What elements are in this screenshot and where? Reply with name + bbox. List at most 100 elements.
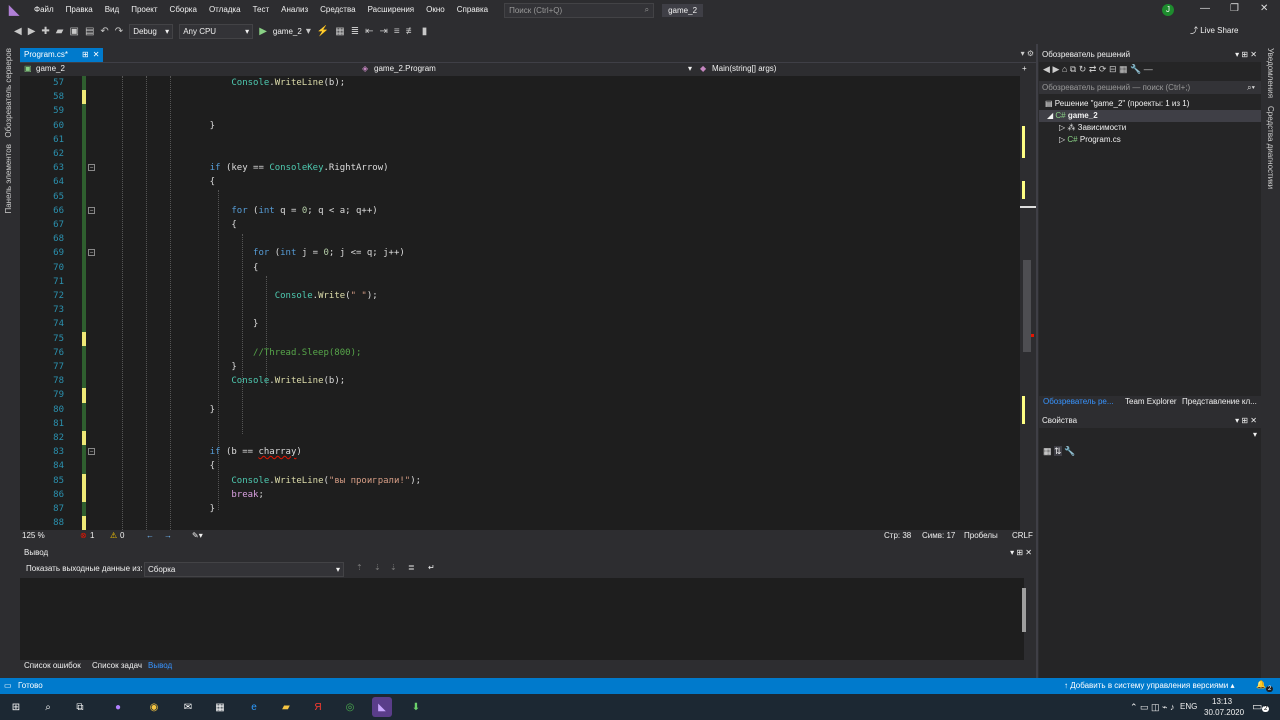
windows-start-icon[interactable]: ⊞ bbox=[6, 697, 26, 717]
code-line[interactable]: 58 bbox=[20, 90, 1020, 105]
code-line[interactable]: 80 } bbox=[20, 402, 1020, 417]
app-icon[interactable]: ◉ bbox=[144, 697, 164, 717]
menu-analyze[interactable]: Анализ bbox=[275, 0, 314, 20]
code-line[interactable]: 67 { bbox=[20, 218, 1020, 233]
code-line[interactable]: 81 bbox=[20, 416, 1020, 431]
collapse-icon[interactable]: − bbox=[88, 164, 95, 172]
menu-debug[interactable]: Отладка bbox=[203, 0, 247, 20]
code-line[interactable]: 86 break; bbox=[20, 487, 1020, 502]
whitespace-indicator[interactable]: Пробелы bbox=[964, 531, 998, 540]
zoom-level[interactable]: 125 % bbox=[22, 531, 45, 540]
action-center-icon[interactable]: ▭ bbox=[1252, 700, 1262, 713]
next-issue-icon[interactable]: → bbox=[164, 531, 172, 540]
panel-controls-icon[interactable]: ▾ ⊞ ✕ bbox=[1010, 546, 1032, 560]
solution-search-input[interactable]: Обозреватель решений — поиск (Ctrl+;) ⌕▾ bbox=[1039, 81, 1261, 94]
collapse-icon[interactable]: − bbox=[88, 206, 95, 214]
save-icon[interactable]: ▣ bbox=[70, 26, 79, 37]
clock-time[interactable]: 13:13 bbox=[1212, 697, 1232, 706]
close-icon[interactable]: ✕ bbox=[93, 48, 100, 62]
back-icon[interactable]: ◀ bbox=[1043, 64, 1050, 74]
format-icon[interactable]: ≣ bbox=[351, 26, 359, 37]
back-icon[interactable]: ◀ bbox=[14, 26, 22, 37]
alphabetical-icon[interactable]: ⇅ bbox=[1054, 446, 1062, 456]
forward-icon[interactable]: ▶ bbox=[1052, 64, 1059, 74]
menu-edit[interactable]: Правка bbox=[60, 0, 99, 20]
diagnostics-tab[interactable]: Средства диагностики bbox=[1266, 106, 1275, 189]
platform-select[interactable]: Any CPU ▾ bbox=[179, 23, 254, 39]
code-line[interactable]: 87 } bbox=[20, 502, 1020, 517]
tab-solution-explorer[interactable]: Обозреватель ре... bbox=[1043, 397, 1114, 406]
menu-test[interactable]: Тест bbox=[247, 0, 276, 20]
code-line[interactable]: 70 { bbox=[20, 260, 1020, 275]
tree-item-solution[interactable]: ▤ Решение "game_2" (проекты: 1 из 1) bbox=[1045, 98, 1189, 110]
yandex-icon[interactable]: Я bbox=[308, 697, 328, 717]
code-line[interactable]: 62 bbox=[20, 147, 1020, 162]
code-line[interactable]: 82 bbox=[20, 431, 1020, 446]
visual-studio-taskbar-icon[interactable]: ◣ bbox=[372, 697, 392, 717]
open-folder-icon[interactable]: ▰ bbox=[56, 26, 64, 37]
go-to-icon[interactable]: ⇣ bbox=[390, 563, 397, 572]
indent-icon[interactable]: ⇥ bbox=[380, 26, 388, 37]
previous-issue-icon[interactable]: ← bbox=[146, 531, 154, 540]
menu-extensions[interactable]: Расширения bbox=[362, 0, 421, 20]
menu-help[interactable]: Справка bbox=[451, 0, 494, 20]
collapse-icon[interactable]: − bbox=[88, 448, 95, 456]
pin-icon[interactable]: ⊞ bbox=[82, 48, 89, 62]
column-indicator[interactable]: Симв: 17 bbox=[922, 531, 955, 540]
code-line[interactable]: 69 − for (int j = 0; j <= q; j++) bbox=[20, 246, 1020, 261]
code-line[interactable]: 64 { bbox=[20, 175, 1020, 190]
redo-icon[interactable]: ↷ bbox=[115, 26, 123, 37]
tab-program-cs[interactable]: Program.cs* ⊞ ✕ bbox=[20, 48, 104, 62]
edge-icon[interactable]: e bbox=[244, 697, 264, 717]
tab-error-list[interactable]: Список ошибок bbox=[24, 661, 81, 670]
chrome-icon[interactable]: ◎ bbox=[340, 697, 360, 717]
task-view-icon[interactable]: ⧉ bbox=[70, 697, 90, 717]
tab-task-list[interactable]: Список задач bbox=[92, 661, 142, 670]
method-dropdown[interactable]: Main(string[] args) bbox=[712, 64, 776, 73]
start-debug-icon[interactable]: ▶ bbox=[259, 26, 267, 37]
notification-bell-icon[interactable]: 🔔 bbox=[1256, 680, 1266, 689]
code-line[interactable]: 68 bbox=[20, 232, 1020, 247]
start-debug-label[interactable]: game_2 bbox=[273, 27, 302, 36]
code-line[interactable]: 78 Console.WriteLine(b); bbox=[20, 374, 1020, 389]
properties-icon[interactable]: 🔧 bbox=[1130, 64, 1141, 74]
class-dropdown[interactable]: game_2.Program bbox=[374, 64, 436, 73]
code-line[interactable]: 83 − if (b == charray) bbox=[20, 445, 1020, 460]
code-line[interactable]: 60 } bbox=[20, 118, 1020, 133]
warning-count[interactable]: 0 bbox=[120, 531, 124, 540]
hot-reload-icon[interactable]: ⚡ bbox=[317, 26, 329, 37]
restore-icon[interactable]: ❐ bbox=[1230, 3, 1239, 14]
preview-icon[interactable]: — bbox=[1144, 64, 1153, 74]
tree-item-dependencies[interactable]: ▷ ⁂ Зависимости bbox=[1059, 122, 1126, 134]
menu-file[interactable]: Файл bbox=[28, 0, 60, 20]
clock-date[interactable]: 30.07.2020 bbox=[1204, 708, 1244, 717]
code-line[interactable]: 57 Console.WriteLine(b); bbox=[20, 76, 1020, 91]
tab-output[interactable]: Вывод bbox=[148, 661, 172, 670]
language-indicator[interactable]: ENG bbox=[1180, 702, 1197, 711]
file-explorer-icon[interactable]: ▰ bbox=[276, 697, 296, 717]
line-ending-indicator[interactable]: CRLF bbox=[1012, 531, 1033, 540]
find-prev-icon[interactable]: ⇡ bbox=[356, 563, 363, 572]
error-icon[interactable]: ⊗ bbox=[80, 531, 87, 540]
output-source-select[interactable]: Сборка ▾ bbox=[144, 562, 344, 577]
screenshot-icon[interactable]: ▦ bbox=[335, 26, 344, 37]
configuration-select[interactable]: Debug ▾ bbox=[129, 23, 174, 39]
output-text-area[interactable] bbox=[20, 578, 1026, 660]
save-all-icon[interactable]: ▤ bbox=[85, 26, 94, 37]
code-line[interactable]: 66 − for (int q = 0; q < a; q++) bbox=[20, 203, 1020, 218]
add-source-control-button[interactable]: ↑ Добавить в систему управления версиями… bbox=[1064, 681, 1235, 690]
warning-icon[interactable]: ⚠ bbox=[110, 531, 117, 540]
tab-class-view[interactable]: Представление кл... bbox=[1182, 397, 1257, 406]
code-line[interactable]: 59 bbox=[20, 104, 1020, 119]
code-line[interactable]: 79 bbox=[20, 388, 1020, 403]
outdent-icon[interactable]: ⇤ bbox=[365, 26, 373, 37]
code-cleanup-icon[interactable]: ✎▾ bbox=[192, 531, 203, 540]
tree-item-project[interactable]: ◢ C# game_2 bbox=[1039, 110, 1261, 122]
chevron-down-icon[interactable]: ▾ bbox=[1253, 430, 1257, 439]
forward-icon[interactable]: ▶ bbox=[28, 26, 36, 37]
code-line[interactable]: 65 bbox=[20, 189, 1020, 204]
expand-icon[interactable]: ◢ bbox=[1047, 111, 1053, 120]
panel-controls-icon[interactable]: ▾ ⊞ ✕ bbox=[1235, 48, 1257, 62]
bookmark-icon[interactable]: ▮ bbox=[422, 26, 428, 37]
menu-view[interactable]: Вид bbox=[99, 0, 125, 20]
